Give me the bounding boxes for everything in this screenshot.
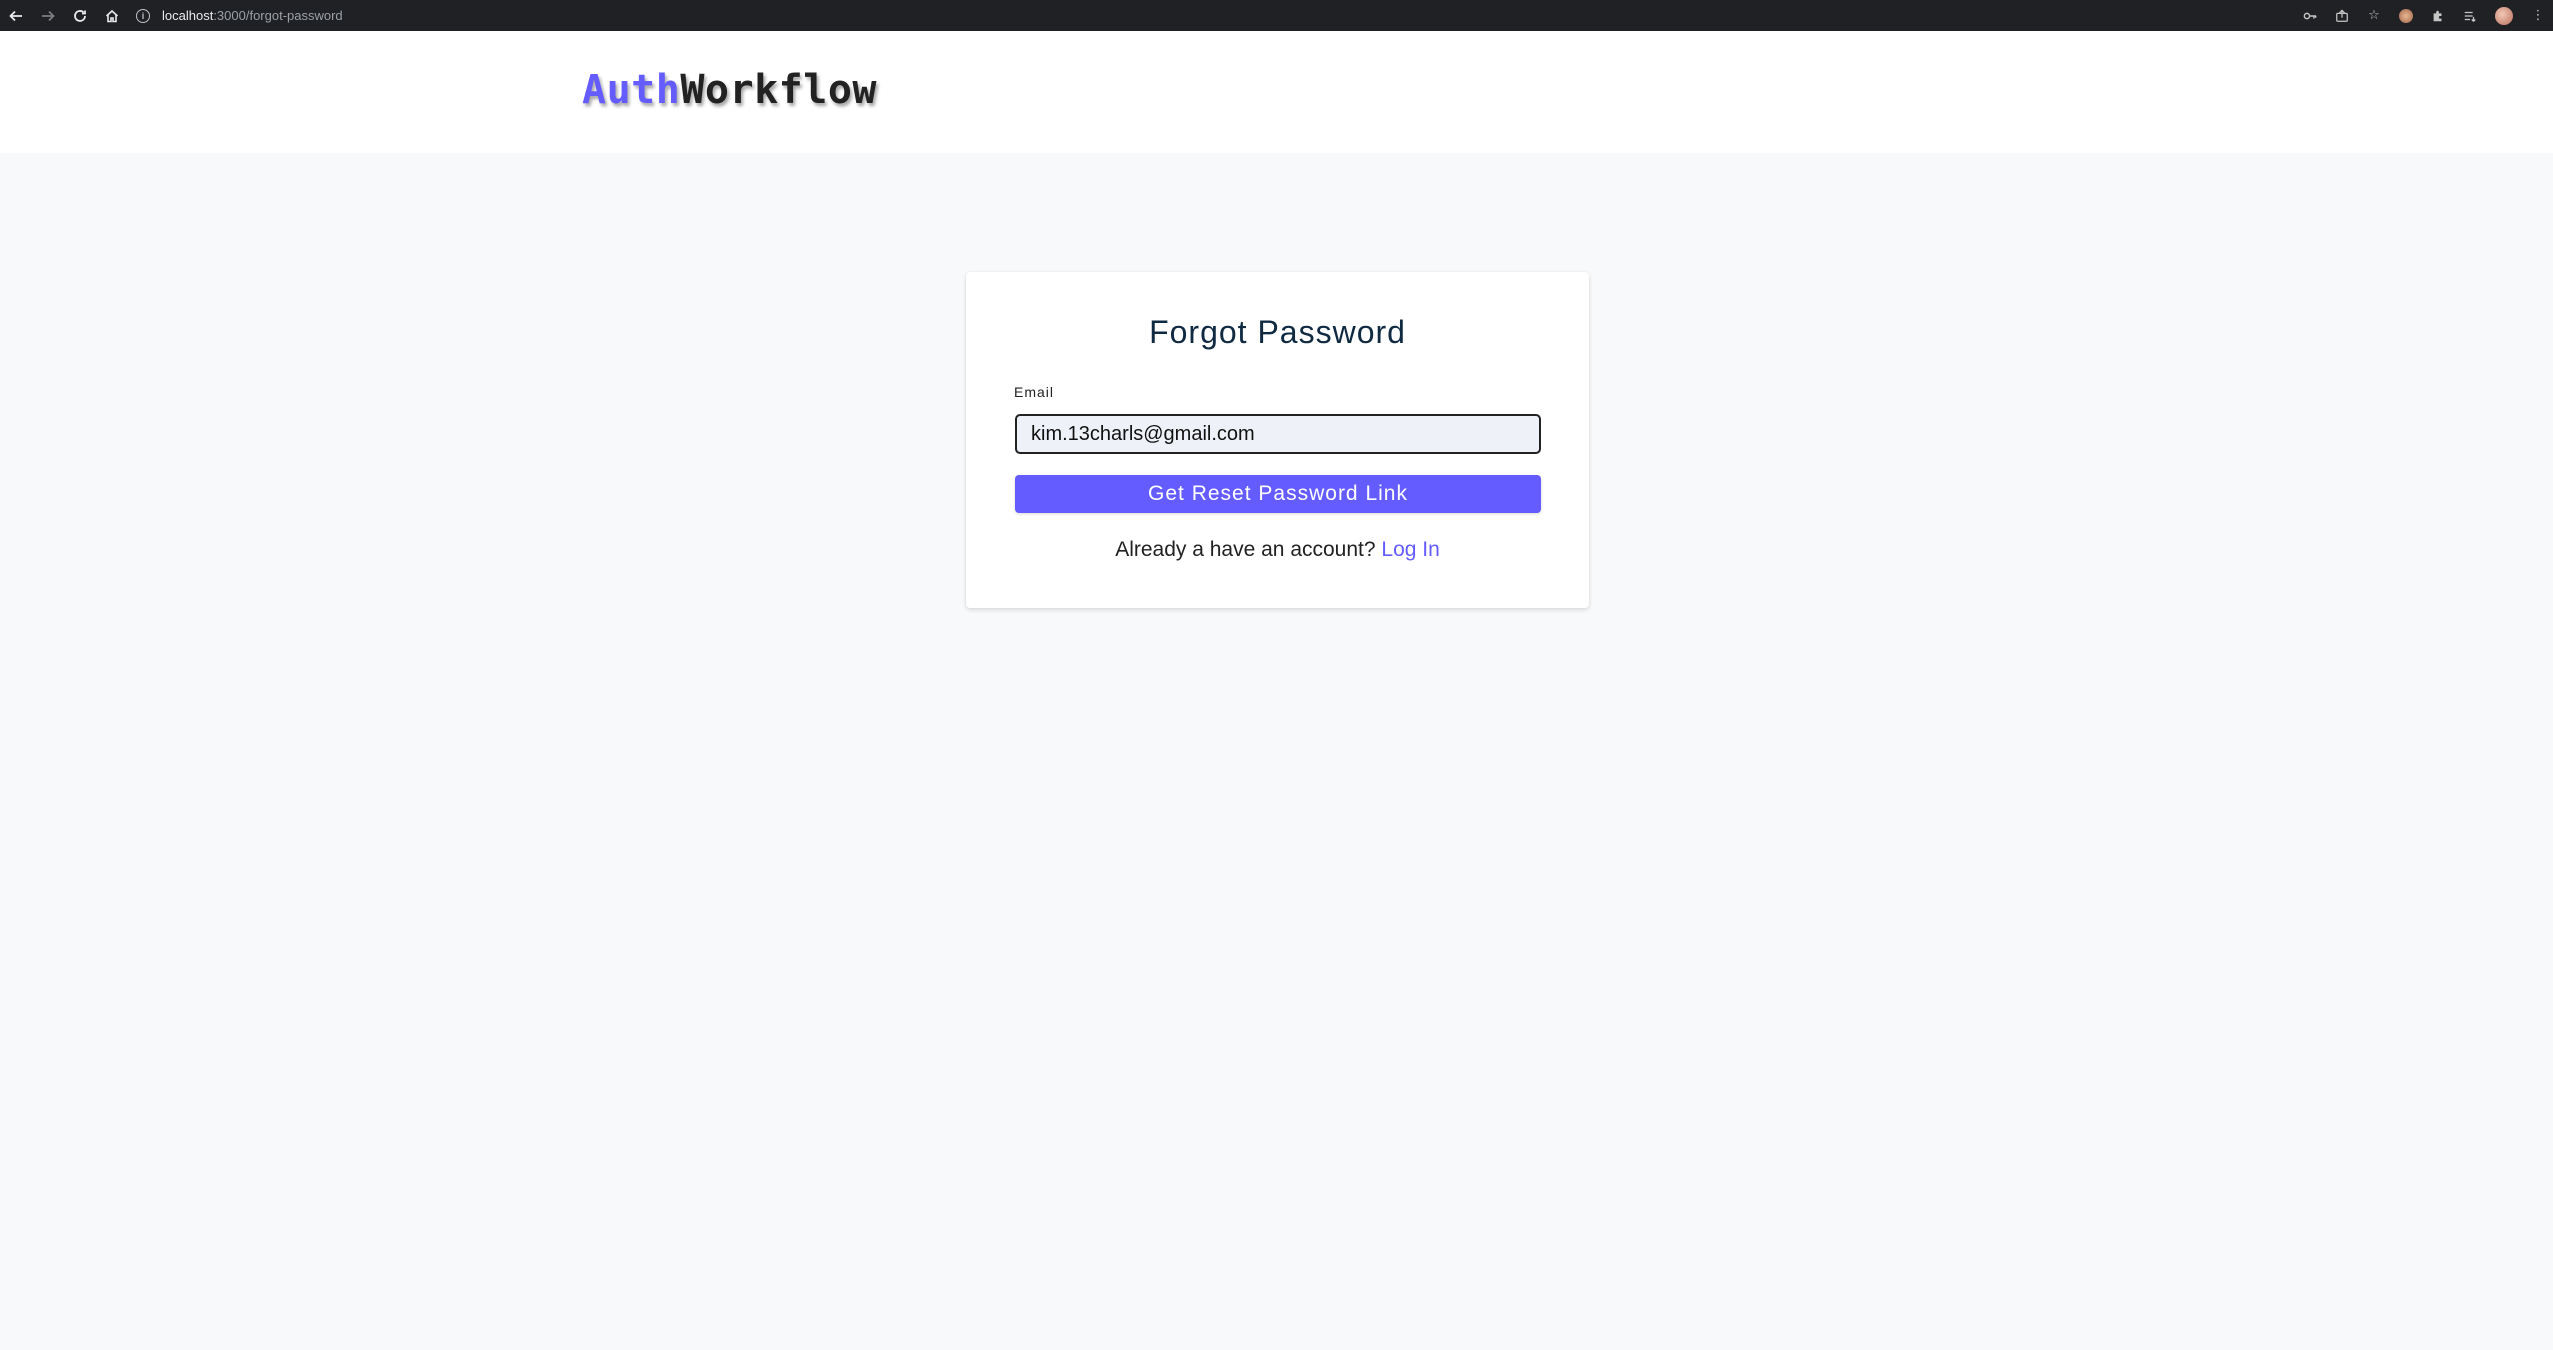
share-icon[interactable] (2335, 8, 2349, 23)
home-icon[interactable] (96, 0, 128, 31)
reload-icon[interactable] (64, 0, 96, 31)
browser-toolbar: i localhost:3000/forgot-password ☆ ⋮ (0, 0, 2553, 31)
email-label: Email (1014, 384, 1055, 400)
profile-avatar-icon[interactable] (2495, 6, 2513, 25)
bookmark-star-icon[interactable]: ☆ (2367, 8, 2381, 23)
login-link[interactable]: Log In (1381, 538, 1439, 561)
logo-workflow-text: Workflow (680, 67, 877, 113)
forward-icon[interactable] (32, 0, 64, 31)
app-logo[interactable]: AuthWorkflow (582, 67, 877, 113)
site-header: AuthWorkflow (0, 31, 2553, 153)
site-info-icon[interactable]: i (136, 8, 150, 23)
login-prompt-text: Already a have an account? (1115, 538, 1376, 561)
logo-auth-text: Auth (582, 67, 681, 113)
form-title: Forgot Password (1149, 314, 1406, 350)
address-bar[interactable]: i localhost:3000/forgot-password (136, 0, 343, 31)
url-path: :3000/forgot-password (213, 8, 343, 23)
login-prompt: Already a have an account? Log In (966, 538, 1589, 562)
url-host: localhost (162, 8, 214, 23)
email-input[interactable] (1015, 414, 1541, 454)
extensions-puzzle-icon[interactable] (2431, 9, 2445, 23)
menu-kebab-icon[interactable]: ⋮ (2531, 8, 2545, 23)
reading-list-icon[interactable] (2463, 9, 2477, 23)
extension-avatar-icon[interactable] (2399, 8, 2413, 23)
back-icon[interactable] (0, 0, 32, 31)
key-icon[interactable] (2303, 9, 2317, 23)
forgot-password-form: Forgot Password Email Get Reset Password… (966, 272, 1589, 608)
get-reset-link-button[interactable]: Get Reset Password Link (1015, 475, 1541, 513)
